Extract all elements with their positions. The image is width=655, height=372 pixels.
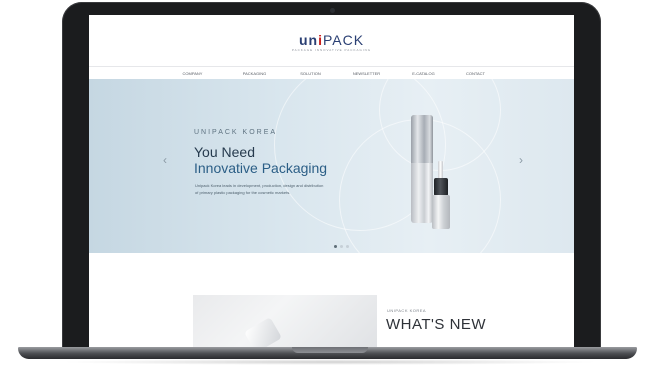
logo-text-un: un — [298, 32, 319, 48]
pump-bottle-image — [432, 161, 450, 229]
browser-screen: uniPACK PACKAGE INNOVATIVE PACKAGING COM… — [89, 15, 574, 349]
slide-dot[interactable] — [340, 245, 343, 248]
slide-dot[interactable] — [334, 245, 337, 248]
chevron-right-icon[interactable]: › — [519, 153, 523, 167]
hero-description: Unipack Korea leads in development, prod… — [195, 183, 324, 195]
hero-title-line1: You Need — [194, 144, 255, 160]
news-section-title: WHAT'S NEW — [386, 316, 487, 333]
news-section-label: UNIPACK KOREA — [387, 308, 427, 313]
site-logo[interactable]: uniPACK PACKAGE INNOVATIVE PACKAGING — [89, 32, 574, 52]
slide-dot[interactable] — [346, 245, 349, 248]
slide-indicators — [334, 245, 349, 248]
chevron-left-icon[interactable]: ‹ — [163, 153, 167, 167]
laptop-notch — [292, 347, 368, 353]
laptop-shadow — [60, 359, 600, 365]
camera-icon — [329, 8, 335, 13]
hero-title-line2: Innovative Packaging — [194, 160, 328, 176]
hero-slider: ‹ › UNIPACK KOREA You Need Innovative Pa… — [89, 79, 574, 253]
news-image — [193, 295, 377, 349]
bottle-image — [411, 115, 433, 223]
hero-eyebrow: UNIPACK KOREA — [194, 129, 278, 136]
logo-text-pack: PACK — [322, 32, 365, 48]
logo-tagline: PACKAGE INNOVATIVE PACKAGING — [291, 48, 372, 52]
